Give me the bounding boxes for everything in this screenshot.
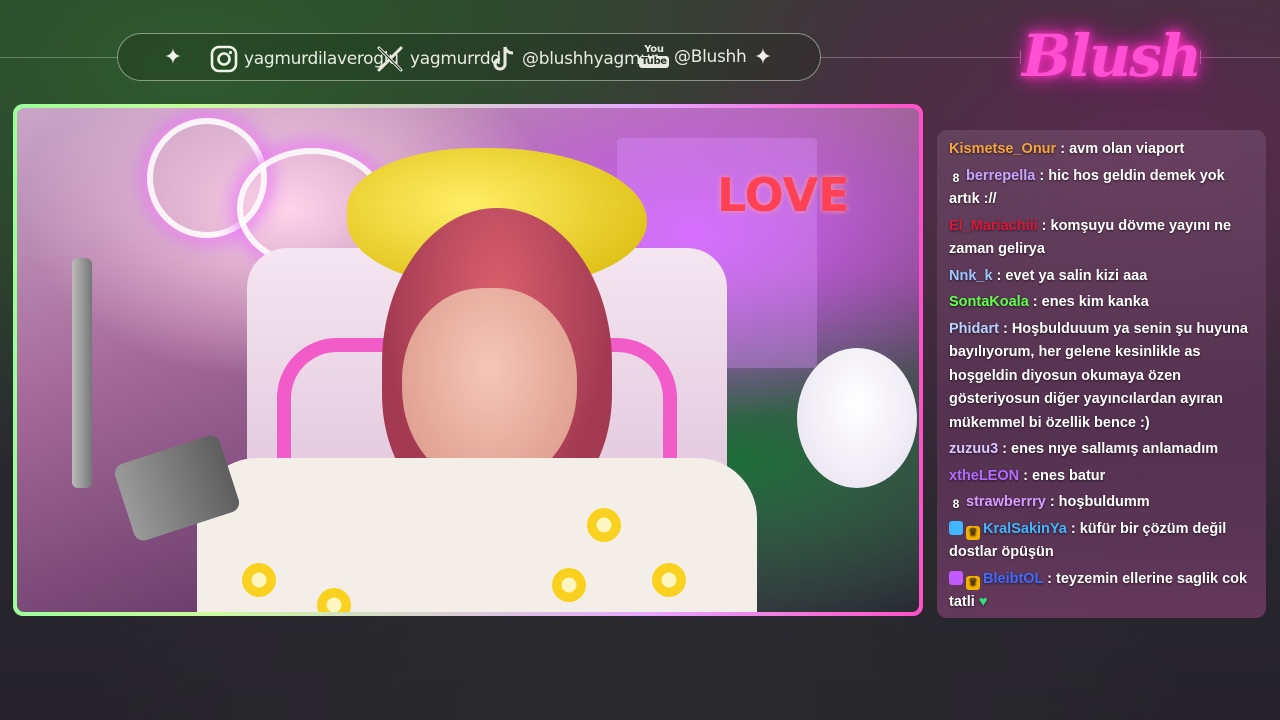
blush-logo: Blush: [1022, 22, 1202, 90]
hash-badge-icon: 8: [952, 497, 960, 511]
chat-text: : Hoşbulduuum ya senin şu huyuna bayılıy…: [949, 320, 1248, 431]
tiktok-icon: [492, 45, 516, 73]
sparkle-icon: ✦: [163, 44, 183, 69]
chat-message: ♛ BleibtOL : teyzemin ellerine saglik cok…: [949, 568, 1254, 615]
chat-text: : evet ya salin kizi aaa: [992, 267, 1148, 284]
chat-message: 8 strawberrry : hoşbuldumm: [949, 491, 1254, 515]
chat-panel: Kismetse_Onur : avm olan viaport 8 berrepe…: [937, 130, 1266, 618]
chat-message: Phidart : Hoşbulduuum ya senin şu huyuna…: [949, 318, 1254, 436]
sparkle-icon: ✦: [753, 44, 773, 69]
chat-text: : enes nıye sallamış anlamadım: [998, 441, 1219, 457]
cube-badge-icon: [949, 520, 963, 535]
chat-text: : enes batur: [1019, 467, 1106, 484]
social-links-bar: ✦ yagmurdilaveroglu yagmurrdd @blushhyag…: [117, 33, 821, 81]
youtube-icon: You Tube: [639, 44, 669, 68]
gem-badge-icon: [949, 570, 963, 585]
chat-username[interactable]: SontaKoala: [949, 294, 1029, 310]
chat-message: xtheLEON : enes batur: [949, 465, 1254, 489]
decorative-line-left: [0, 57, 118, 58]
chat-message: SontaKoala : enes kim kanka: [949, 291, 1254, 315]
mic-arm: [72, 258, 92, 488]
sweater-flower: [587, 508, 621, 542]
chat-message: ♛ KralSakinYa : küfür bir çözüm değil dos…: [949, 518, 1254, 565]
sweater-flower: [552, 568, 586, 602]
chat-message: Nnk_k : evet ya salin kizi aaa: [949, 265, 1254, 289]
crown-badge-icon: ♛: [966, 575, 980, 590]
chat-username[interactable]: zuzuu3: [949, 441, 998, 457]
social-link-instagram[interactable]: yagmurdilaveroglu: [210, 45, 399, 73]
chat-username[interactable]: Kismetse_Onur: [949, 141, 1056, 157]
chat-username[interactable]: strawberrry: [966, 494, 1046, 510]
x-handle: yagmurrdd: [410, 49, 501, 69]
x-icon: [376, 45, 404, 73]
unicorn-plush: [797, 348, 917, 488]
chat-username[interactable]: Phidart: [949, 321, 999, 337]
chat-username[interactable]: KralSakinYa: [983, 521, 1067, 537]
crown-badge-icon: ♛: [966, 525, 980, 540]
green-heart-icon: ♥: [978, 594, 988, 610]
sweater-flower: [652, 563, 686, 597]
decorative-line-middle: [820, 57, 1020, 58]
instagram-icon: [210, 45, 238, 73]
decorative-line-right: [1200, 57, 1280, 58]
chat-username[interactable]: berrepella: [966, 168, 1035, 184]
tiktok-handle: @blushhyagmur: [522, 49, 658, 69]
chat-text: : hoşbuldumm: [1045, 494, 1150, 510]
social-link-tiktok[interactable]: @blushhyagmur: [492, 45, 658, 73]
decorative-tick: [1200, 50, 1201, 64]
chat-text: : enes kim kanka: [1028, 294, 1149, 310]
youtube-handle: @Blushh: [674, 46, 747, 67]
hash-badge-icon: 8: [952, 170, 960, 185]
chat-username[interactable]: xtheLEON: [949, 468, 1019, 484]
social-link-youtube[interactable]: You Tube @Blushh: [639, 44, 747, 68]
chat-username[interactable]: BleibtOL: [983, 571, 1043, 587]
love-sign: LOVE: [717, 168, 850, 222]
social-link-x[interactable]: yagmurrdd: [376, 45, 501, 73]
chat-message: zuzuu3 : enes nıye sallamış anlamadım: [949, 438, 1254, 462]
webcam-frame: LOVE: [13, 104, 923, 616]
chat-text: : avm olan viaport: [1056, 141, 1185, 157]
webcam-feed: LOVE: [17, 108, 919, 612]
chat-message: El_Mariachiii : komşuyu dövme yayını ne …: [949, 215, 1254, 262]
decorative-tick: [1020, 50, 1021, 64]
chat-message: Kismetse_Onur : avm olan viaport: [949, 138, 1254, 162]
chat-message: 8 berrepella : hic hos geldin demek yok a…: [949, 165, 1254, 212]
chat-username[interactable]: El_Mariachiii: [949, 218, 1038, 234]
chat-username[interactable]: Nnk_k: [949, 268, 993, 284]
sweater-flower: [242, 563, 276, 597]
